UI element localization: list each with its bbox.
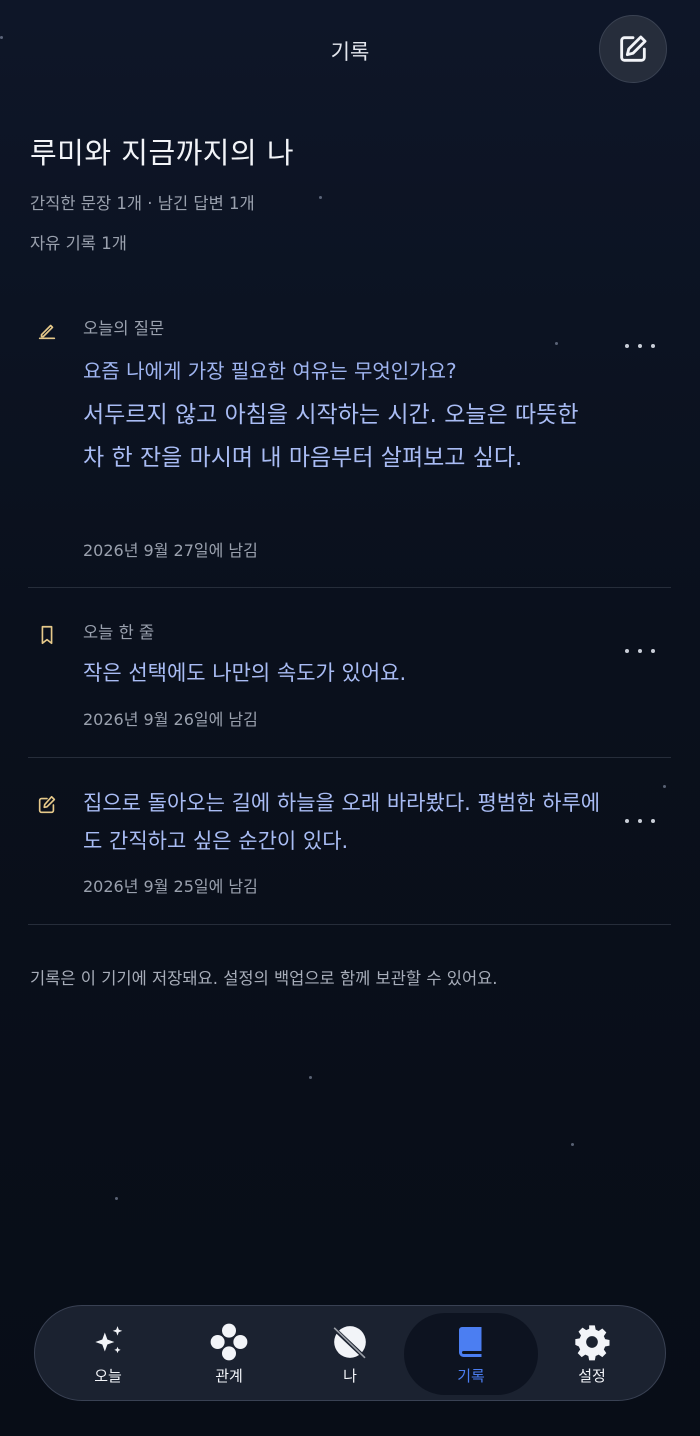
top-bar: 기록 <box>0 0 700 100</box>
page-title: 기록 <box>330 40 370 64</box>
four-dots-icon <box>210 1323 248 1361</box>
entry-question: 요즘 나에게 가장 필요한 여유는 무엇인가요? <box>83 359 457 383</box>
intro-section: 루미와 지금까지의 나 간직한 문장 1개 · 남긴 답변 1개 자유 기록 1… <box>30 130 670 254</box>
edit-note-icon <box>38 795 56 814</box>
tab-records[interactable]: 기록 <box>404 1313 538 1395</box>
sparkles-icon <box>95 1326 123 1354</box>
book-icon <box>459 1327 482 1357</box>
entry-date: 2026년 9월 27일에 남김 <box>83 541 258 560</box>
gear-icon <box>575 1325 610 1361</box>
entry-kicker: 오늘의 질문 <box>83 319 165 338</box>
compose-icon <box>620 35 647 62</box>
more-options-button[interactable] <box>625 641 655 661</box>
tab-label: 설정 <box>578 1367 606 1385</box>
tab-label: 관계 <box>215 1367 243 1385</box>
new-entry-button[interactable] <box>599 15 667 83</box>
intro-stats: 간직한 문장 1개 · 남긴 답변 1개 <box>30 194 255 213</box>
star-decoration <box>571 1143 574 1146</box>
entry-kicker: 오늘 한 줄 <box>83 623 155 642</box>
tab-label: 오늘 <box>94 1367 122 1385</box>
record-entry[interactable]: 집으로 돌아오는 길에 하늘을 오래 바라봤다. 평범한 하루에도 간직하고 싶… <box>28 758 671 925</box>
more-options-button[interactable] <box>625 336 655 356</box>
tab-settings[interactable]: 설정 <box>525 1313 659 1395</box>
entry-date: 2026년 9월 26일에 남김 <box>83 710 258 729</box>
storage-note: 기록은 이 기기에 저장돼요. 설정의 백업으로 함께 보관할 수 있어요. <box>30 969 498 988</box>
bottom-tab-bar: 오늘 관계 나 기록 설정 <box>34 1305 666 1401</box>
pen-icon <box>38 324 56 340</box>
intro-stats-freeform: 자유 기록 1개 <box>30 234 127 253</box>
tab-today[interactable]: 오늘 <box>41 1313 175 1395</box>
entry-date: 2026년 9월 25일에 남김 <box>83 877 258 896</box>
tab-label: 나 <box>343 1367 357 1385</box>
tab-me[interactable]: 나 <box>283 1313 417 1395</box>
bookmark-icon <box>41 625 53 645</box>
entry-body: 집으로 돌아오는 길에 하늘을 오래 바라봤다. 평범한 하루에도 간직하고 싶… <box>83 791 601 853</box>
tab-label: 기록 <box>457 1367 485 1385</box>
entry-body: 서두르지 않고 아침을 시작하는 시간. 오늘은 따뜻한 차 한 잔을 마시며 … <box>83 402 579 471</box>
record-entry[interactable]: 오늘의 질문 요즘 나에게 가장 필요한 여유는 무엇인가요? 서두르지 않고 … <box>28 300 671 588</box>
more-options-button[interactable] <box>625 811 655 831</box>
star-decoration <box>115 1197 118 1200</box>
entry-body: 작은 선택에도 나만의 속도가 있어요. <box>83 661 407 685</box>
tab-relations[interactable]: 관계 <box>162 1313 296 1395</box>
star-decoration <box>309 1076 312 1079</box>
planet-icon <box>333 1326 366 1359</box>
record-entry[interactable]: 오늘 한 줄 작은 선택에도 나만의 속도가 있어요. 2026년 9월 26일… <box>28 588 671 758</box>
intro-title: 루미와 지금까지의 나 <box>30 136 295 170</box>
